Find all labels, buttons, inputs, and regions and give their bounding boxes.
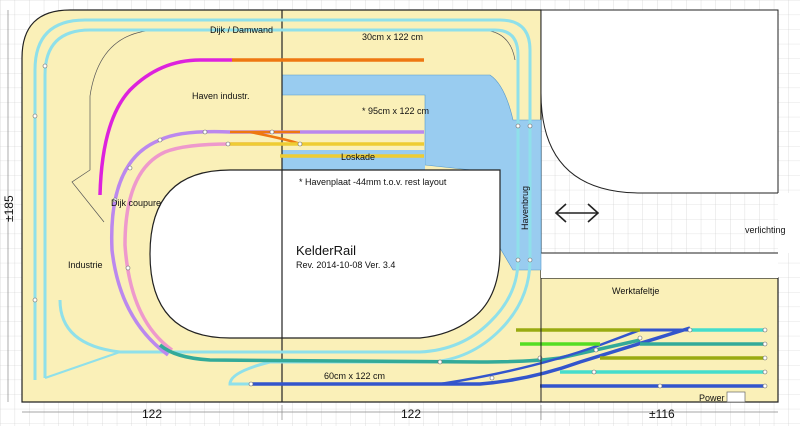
dimension-height-value: 185 [2,195,16,216]
label-size-top: 30cm x 122 cm [362,32,424,42]
label-havenbrug: Havenbrug [520,185,530,230]
revision-text: Rev. 2014-10-08 Ver. 3.4 [296,260,396,270]
dimension-bottom-3: ±116 [649,408,675,421]
layout-plan: Dijk / Damwand 30cm x 122 cm Haven indus… [0,0,800,426]
label-power: Power [699,393,725,403]
label-havenplaat-note: * Havenplaat -44mm t.o.v. rest layout [299,177,447,187]
label-dijk-coupure: Dijk coupure [111,198,162,208]
label-size-bottom: 60cm x 122 cm [324,371,386,381]
label-verlichting: verlichting [745,225,786,235]
open-space-top-right [540,9,779,194]
label-haven-industr: Haven industr. [192,91,250,101]
dimension-bottom-2: 122 [401,407,422,421]
dimension-height-prefix: ± [2,215,16,222]
dimension-bottom-3-prefix: ± [649,407,656,421]
label-industrie: Industrie [68,260,103,270]
label-dijk-damwand: Dijk / Damwand [210,25,274,35]
dimension-bottom-1: 122 [142,407,163,421]
aisle [541,253,778,278]
track-plan-drawing [0,0,800,426]
label-loskade: Loskade [341,152,376,162]
wall-gap [778,193,800,253]
dimension-bottom-3-value: 116 [655,407,675,421]
label-size-harbor: * 95cm x 122 cm [362,106,430,116]
page-title: KelderRail [296,243,356,258]
dimension-height: ±185 [2,195,16,222]
power-box [726,391,746,403]
label-werktafeltje: Werktafeltje [612,286,660,296]
